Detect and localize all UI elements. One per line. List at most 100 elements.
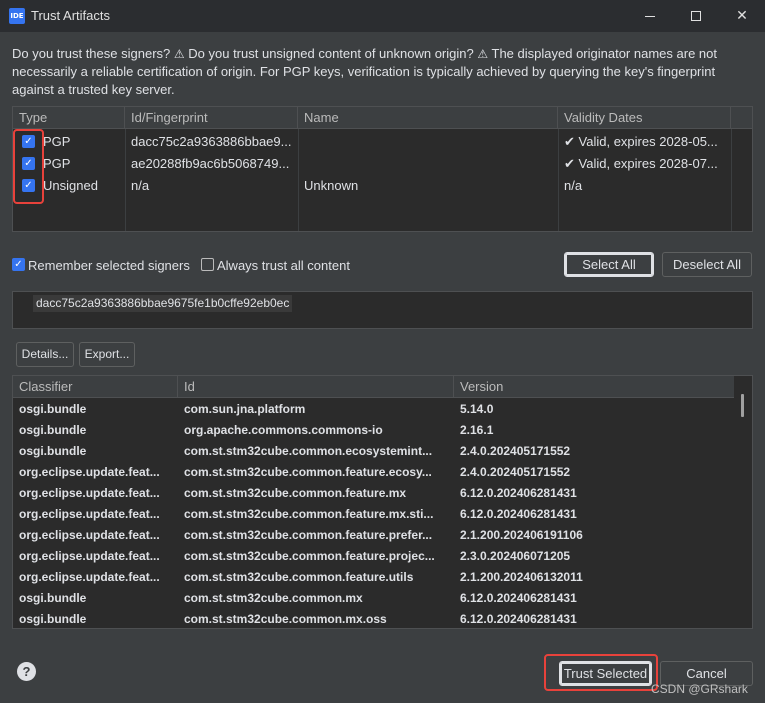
- artifact-id: com.st.stm32cube.common.feature.projec..…: [184, 549, 435, 563]
- signer-validity: ✔ Valid, expires 2028-05...: [558, 131, 731, 153]
- artifact-row[interactable]: org.eclipse.update.feat... com.st.stm32cu…: [13, 483, 733, 504]
- artifact-classifier: org.eclipse.update.feat...: [19, 549, 160, 563]
- artifact-row[interactable]: org.eclipse.update.feat... com.st.stm32cu…: [13, 525, 733, 546]
- artifact-id: com.st.stm32cube.common.feature.mx.sti..…: [184, 507, 434, 521]
- warning-icon: ⚠: [477, 47, 489, 61]
- artifact-id: com.st.stm32cube.common.feature.ecosy...: [184, 465, 432, 479]
- remember-signers-label[interactable]: Remember selected signers: [28, 258, 190, 273]
- artifact-version: 2.1.200.202406191106: [460, 528, 583, 542]
- valid-check-icon: ✔: [564, 157, 575, 172]
- signers-table: Type Id/Fingerprint Name Validity Dates …: [12, 106, 753, 232]
- export-button[interactable]: Export...: [79, 342, 135, 367]
- valid-check-icon: ✔: [564, 135, 575, 150]
- artifact-version: 2.4.0.202405171552: [460, 465, 571, 479]
- artifact-row[interactable]: osgi.bundle org.apache.commons.commons-io…: [13, 420, 733, 441]
- artifact-classifier: org.eclipse.update.feat...: [19, 465, 160, 479]
- signer-id: ae20288fb9ac6b5068749...: [131, 156, 290, 171]
- artifact-classifier: osgi.bundle: [19, 402, 87, 416]
- maximize-button[interactable]: [673, 0, 719, 32]
- signer-name: Unknown: [304, 178, 359, 193]
- checkbox-highlight-box: [13, 129, 44, 204]
- artifact-classifier: org.eclipse.update.feat...: [19, 570, 160, 584]
- minimize-icon: [645, 15, 655, 17]
- signer-validity-text: Valid, expires 2028-05...: [578, 134, 718, 149]
- minimize-button[interactable]: [627, 0, 673, 32]
- deselect-all-button[interactable]: Deselect All: [662, 252, 752, 277]
- warning-part-1: Do you trust these signers?: [12, 46, 171, 61]
- signer-row[interactable]: ✓ PGP ae20288fb9ac6b5068749... ✔ Valid, …: [13, 153, 752, 175]
- artifact-version: 5.14.0: [460, 402, 494, 416]
- artifact-classifier: org.eclipse.update.feat...: [19, 486, 160, 500]
- warning-icon: ⚠: [173, 47, 185, 61]
- artifact-id: com.sun.jna.platform: [184, 402, 306, 416]
- remember-signers-checkbox[interactable]: ✓: [12, 258, 25, 271]
- artifact-row[interactable]: osgi.bundle com.st.stm32cube.common.ecosy…: [13, 441, 733, 462]
- signer-row[interactable]: ✓ Unsigned n/a Unknown n/a: [13, 175, 752, 197]
- artifact-id: com.st.stm32cube.common.mx.oss: [184, 612, 387, 626]
- artifact-row[interactable]: org.eclipse.update.feat... com.st.stm32cu…: [13, 462, 733, 483]
- select-all-button[interactable]: Select All: [563, 251, 655, 278]
- artifact-version: 6.12.0.202406281431: [460, 507, 577, 521]
- close-button[interactable]: ✕: [719, 0, 765, 32]
- artifact-classifier: osgi.bundle: [19, 591, 87, 605]
- column-header-version[interactable]: Version: [454, 376, 734, 398]
- title-bar: IDE Trust Artifacts ✕: [0, 0, 765, 32]
- signer-validity-text: Valid, expires 2028-07...: [578, 156, 718, 171]
- signer-validity: n/a: [564, 178, 583, 193]
- artifact-version: 6.12.0.202406281431: [460, 591, 577, 605]
- artifact-id: com.st.stm32cube.common.feature.prefer..…: [184, 528, 433, 542]
- trust-warning-message: Do you trust these signers? ⚠ Do you tru…: [12, 45, 757, 99]
- artifact-classifier: org.eclipse.update.feat...: [19, 528, 160, 542]
- column-header-validity-dates[interactable]: Validity Dates: [558, 107, 731, 129]
- artifact-id: com.st.stm32cube.common.feature.utils: [184, 570, 414, 584]
- artifact-row[interactable]: org.eclipse.update.feat... com.st.stm32cu…: [13, 546, 733, 567]
- artifacts-table-header: Classifier Id Version: [13, 376, 752, 398]
- artifact-row[interactable]: osgi.bundle com.st.stm32cube.common.mx.os…: [13, 609, 733, 628]
- artifact-row[interactable]: osgi.bundle com.st.stm32cube.common.mx 6.1…: [13, 588, 733, 609]
- artifact-version: 6.12.0.202406281431: [460, 486, 577, 500]
- window-title: Trust Artifacts: [31, 8, 110, 23]
- artifact-version: 2.1.200.202406132011: [460, 570, 583, 584]
- column-header-classifier[interactable]: Classifier: [13, 376, 178, 398]
- fingerprint-detail-area[interactable]: dacc75c2a9363886bbae9675fe1b0cffe92eb0ec: [12, 291, 753, 329]
- column-header-id[interactable]: Id: [178, 376, 454, 398]
- artifact-classifier: osgi.bundle: [19, 423, 87, 437]
- artifact-id: com.st.stm32cube.common.ecosystemint...: [184, 444, 433, 458]
- artifact-classifier: org.eclipse.update.feat...: [19, 507, 160, 521]
- signer-name: [298, 153, 558, 175]
- scrollbar-thumb[interactable]: [741, 394, 744, 417]
- always-trust-label[interactable]: Always trust all content: [217, 258, 350, 273]
- help-icon[interactable]: ?: [17, 662, 36, 681]
- artifact-row[interactable]: org.eclipse.update.feat... com.st.stm32cu…: [13, 567, 733, 588]
- artifact-id: org.apache.commons.commons-io: [184, 423, 383, 437]
- artifacts-table: Classifier Id Version osgi.bundle com.sun…: [12, 375, 753, 629]
- signer-name: [298, 131, 558, 153]
- ide-app-icon: IDE: [9, 8, 25, 24]
- artifact-version: 2.16.1: [460, 423, 494, 437]
- fingerprint-text[interactable]: dacc75c2a9363886bbae9675fe1b0cffe92eb0ec: [33, 295, 293, 312]
- signer-id: n/a: [131, 178, 150, 193]
- artifact-classifier: osgi.bundle: [19, 612, 87, 626]
- artifact-version: 6.12.0.202406281431: [460, 612, 577, 626]
- column-header-id-fingerprint[interactable]: Id/Fingerprint: [125, 107, 298, 129]
- column-header-name[interactable]: Name: [298, 107, 558, 129]
- maximize-icon: [691, 11, 701, 21]
- signers-table-header: Type Id/Fingerprint Name Validity Dates: [13, 107, 752, 129]
- artifact-version: 2.4.0.202405171552: [460, 444, 571, 458]
- always-trust-checkbox[interactable]: [201, 258, 214, 271]
- artifact-version: 2.3.0.202406071205: [460, 549, 571, 563]
- details-button[interactable]: Details...: [16, 342, 74, 367]
- trust-selected-highlight-box: [544, 654, 658, 691]
- signer-type: PGP: [43, 156, 71, 171]
- artifact-row[interactable]: org.eclipse.update.feat... com.st.stm32cu…: [13, 504, 733, 525]
- artifact-row[interactable]: osgi.bundle com.sun.jna.platform 5.14.0: [13, 399, 733, 420]
- signer-id: dacc75c2a9363886bbae9...: [131, 134, 292, 149]
- csdn-watermark: CSDN @GRshark: [651, 682, 748, 696]
- artifact-id: com.st.stm32cube.common.mx: [184, 591, 363, 605]
- signer-row[interactable]: ✓ PGP dacc75c2a9363886bbae9... ✔ Valid, …: [13, 131, 752, 153]
- column-header-type[interactable]: Type: [13, 107, 125, 129]
- artifact-id: com.st.stm32cube.common.feature.mx: [184, 486, 407, 500]
- close-icon: ✕: [736, 8, 748, 24]
- artifact-classifier: osgi.bundle: [19, 444, 87, 458]
- warning-part-2: Do you trust unsigned content of unknown…: [188, 46, 474, 61]
